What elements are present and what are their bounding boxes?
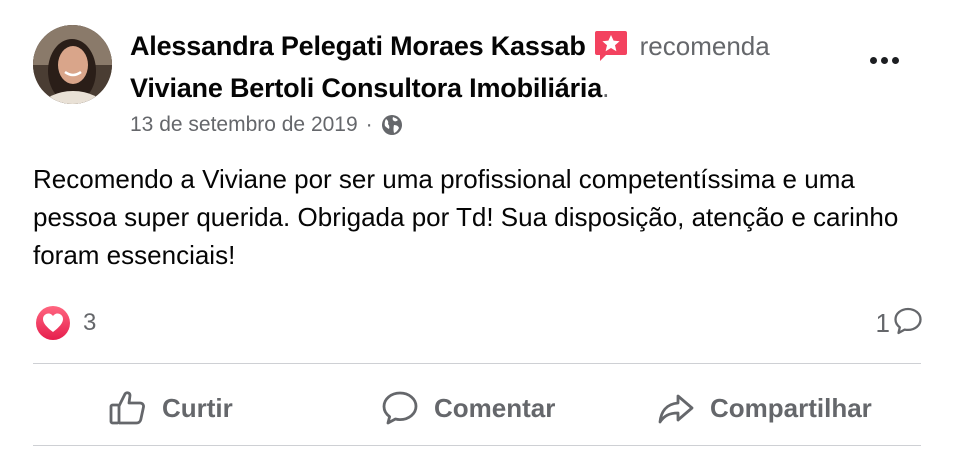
recommend-verb: recomenda — [639, 30, 770, 61]
author-avatar[interactable] — [33, 25, 112, 104]
comment-button[interactable]: Comentar — [380, 386, 555, 430]
post-body-text: Recomendo a Viviane por ser uma profissi… — [33, 164, 899, 270]
author-name-link[interactable]: Alessandra Pelegati Moraes Kassab — [130, 31, 586, 62]
post-date-link[interactable]: 13 de setembro de 2019 — [130, 113, 358, 137]
like-button[interactable]: Curtir — [108, 386, 233, 430]
more-dot — [880, 56, 888, 64]
comments-count-link[interactable]: 1 — [876, 305, 924, 341]
share-label: Compartilhar — [710, 392, 872, 423]
reaction-count: 3 — [83, 309, 97, 336]
comment-label: Comentar — [434, 392, 556, 423]
reactions-summary[interactable]: 3 — [35, 305, 96, 341]
globe-icon[interactable] — [381, 114, 403, 136]
avatar-photo — [33, 25, 112, 104]
recommendation-post-card: Alessandra Pelegati Moraes Kassab recome… — [0, 0, 954, 450]
post-meta: 13 de setembro de 2019 · — [130, 110, 403, 140]
love-reaction-icon — [35, 305, 71, 341]
like-label: Curtir — [162, 392, 233, 423]
share-button[interactable]: Compartilhar — [656, 386, 872, 430]
post-header-line2: Viviane Bertoli Consultora Imobiliária . — [130, 70, 610, 106]
comment-icon — [380, 388, 420, 428]
divider — [33, 445, 921, 446]
more-dot — [869, 56, 877, 64]
comment-count: 1 — [875, 307, 890, 338]
more-dot — [891, 56, 899, 64]
post-header-line1: Alessandra Pelegati Moraes Kassab recome… — [130, 28, 770, 64]
page-name-link[interactable]: Viviane Bertoli Consultora Imobiliária — [130, 73, 602, 104]
thumbs-up-icon — [108, 388, 148, 428]
divider — [33, 363, 921, 364]
share-arrow-icon — [656, 388, 696, 428]
meta-separator: · — [365, 113, 373, 136]
more-options-icon[interactable] — [862, 44, 906, 76]
comment-bubble-icon — [892, 305, 924, 342]
recommend-star-icon — [594, 30, 628, 62]
header-period: . — [602, 72, 610, 103]
